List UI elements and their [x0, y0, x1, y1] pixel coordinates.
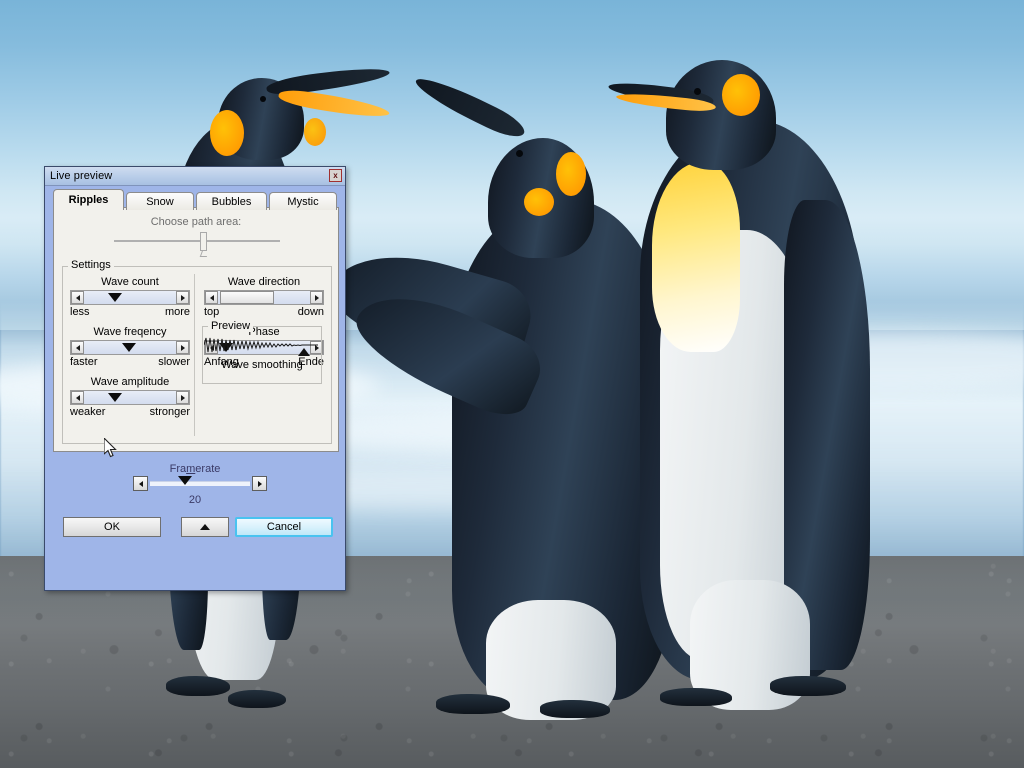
wave-amplitude-range-labels: weaker stronger: [70, 406, 190, 418]
wave-count-max-label: more: [164, 306, 190, 318]
dialog-title: Live preview: [50, 170, 113, 182]
framerate-label-accel: m: [186, 463, 196, 475]
framerate-track[interactable]: [150, 476, 250, 486]
wave-freqency-label: Wave freqency: [93, 326, 167, 338]
close-glyph: x: [333, 170, 338, 180]
wave-count-control: Wave count less more: [70, 276, 190, 318]
wave-smoothing-label: Wave smoothing: [221, 359, 303, 371]
ok-button[interactable]: OK: [63, 517, 161, 537]
wave-count-left-arrow-icon[interactable]: [71, 291, 84, 304]
wave-count-range-labels: less more: [70, 306, 190, 318]
framerate-label-part1: Fra: [169, 463, 187, 475]
choose-path-area-track[interactable]: [114, 240, 280, 242]
wave-amplitude-left-arrow-icon[interactable]: [71, 391, 84, 404]
wave-count-label: Wave count: [101, 276, 159, 288]
tab-strip: Ripples Snow Bubbles Mystic: [53, 189, 339, 210]
choose-path-area-label: Choose path area:: [150, 216, 242, 228]
wave-freqency-left-arrow-icon[interactable]: [71, 341, 84, 354]
wave-direction-right-arrow-icon[interactable]: [310, 291, 323, 304]
framerate-value: 20: [188, 494, 202, 506]
wave-freqency-control: Wave freqency faster slower: [70, 326, 190, 368]
wave-freqency-thumb[interactable]: [122, 343, 136, 352]
wave-direction-slider[interactable]: [204, 290, 324, 305]
dialog-titlebar[interactable]: Live preview x: [45, 167, 345, 186]
framerate-right-arrow-icon[interactable]: [252, 476, 267, 491]
wave-amplitude-control: Wave amplitude weaker stronger: [70, 376, 190, 418]
wave-freqency-track[interactable]: [84, 341, 176, 354]
chevron-up-icon: [200, 524, 210, 530]
mouse-cursor: [104, 438, 117, 458]
tab-mystic[interactable]: Mystic: [268, 192, 337, 210]
column-divider: [194, 274, 195, 436]
wave-freqency-min-label: faster: [70, 356, 98, 368]
wave-amplitude-label: Wave amplitude: [90, 376, 170, 388]
wave-count-track[interactable]: [84, 291, 176, 304]
wave-freqency-max-label: slower: [158, 356, 190, 368]
wave-smoothing-marker-icon: [298, 348, 310, 356]
framerate-left-arrow-icon[interactable]: [133, 476, 148, 491]
settings-legend: Settings: [68, 259, 114, 271]
wave-direction-left-arrow-icon[interactable]: [205, 291, 218, 304]
wave-freqency-slider[interactable]: [70, 340, 190, 355]
preview-legend: Preview: [208, 320, 254, 332]
wave-amplitude-min-label: weaker: [70, 406, 106, 418]
tab-ripples[interactable]: Ripples: [53, 189, 124, 210]
wave-direction-label: Wave direction: [227, 276, 301, 288]
wave-direction-range-labels: top down: [204, 306, 324, 318]
wave-direction-thumb[interactable]: [220, 291, 274, 304]
tab-panel-ripples: Choose path area: Settings Wave count le…: [53, 207, 339, 452]
wave-count-right-arrow-icon[interactable]: [176, 291, 189, 304]
framerate-slider[interactable]: [133, 476, 267, 491]
wave-direction-max-label: down: [297, 306, 324, 318]
wave-freqency-range-labels: faster slower: [70, 356, 190, 368]
wave-amplitude-slider[interactable]: [70, 390, 190, 405]
wave-amplitude-track[interactable]: [84, 391, 176, 404]
wave-count-min-label: less: [70, 306, 90, 318]
cancel-button[interactable]: Cancel: [235, 517, 333, 537]
framerate-thumb[interactable]: [178, 476, 192, 485]
framerate-label-part2: erate: [195, 463, 221, 475]
close-icon[interactable]: x: [329, 169, 342, 182]
wave-count-slider[interactable]: [70, 290, 190, 305]
tab-bubbles[interactable]: Bubbles: [196, 192, 267, 210]
choose-path-area-thumb[interactable]: [200, 232, 207, 251]
wave-count-thumb[interactable]: [108, 293, 122, 302]
wave-direction-min-label: top: [204, 306, 220, 318]
live-preview-dialog[interactable]: Live preview x Ripples Snow Bubbles Myst…: [44, 166, 346, 591]
wave-direction-control: Wave direction top down: [204, 276, 324, 318]
tab-snow[interactable]: Snow: [125, 192, 194, 210]
wave-amplitude-thumb[interactable]: [108, 393, 122, 402]
expand-more-button[interactable]: [181, 517, 229, 537]
wave-freqency-right-arrow-icon[interactable]: [176, 341, 189, 354]
tab-container: Ripples Snow Bubbles Mystic: [53, 189, 339, 210]
framerate-label: Framerate: [45, 463, 345, 475]
wave-amplitude-right-arrow-icon[interactable]: [176, 391, 189, 404]
wave-amplitude-max-label: stronger: [149, 406, 190, 418]
wave-direction-track[interactable]: [218, 291, 310, 304]
